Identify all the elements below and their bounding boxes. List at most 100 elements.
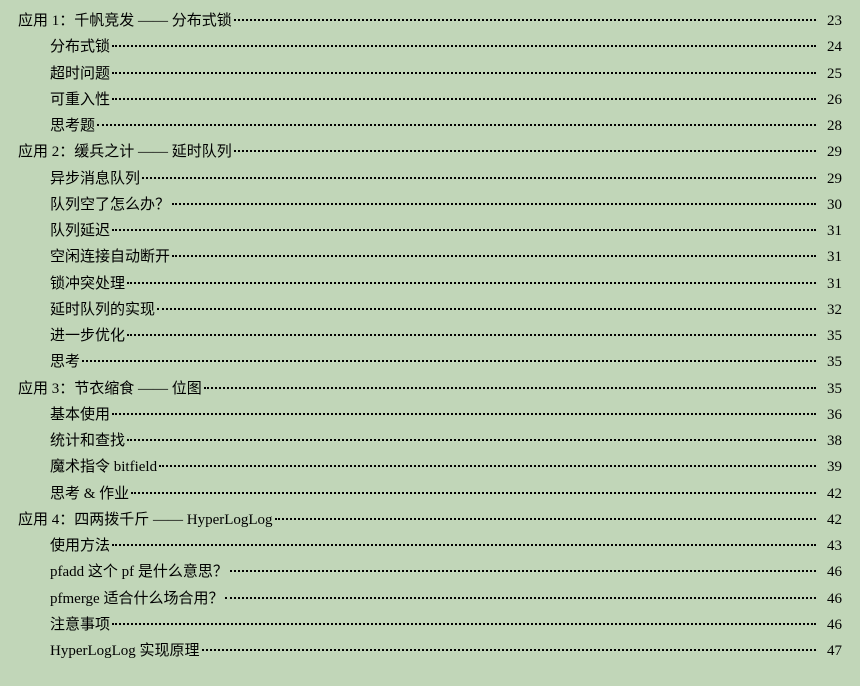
toc-page: 42 <box>818 481 842 507</box>
toc-section-entry[interactable]: 应用 4：四两拨千斤 —— HyperLogLog 42 <box>18 507 842 533</box>
toc-leader <box>204 387 816 389</box>
toc-title: 队列空了怎么办？ <box>50 192 170 218</box>
toc-title: 思考题 <box>50 113 95 139</box>
toc-page: 42 <box>818 507 842 533</box>
toc-title: 可重入性 <box>50 87 110 113</box>
toc-leader <box>127 439 816 441</box>
toc-page: 43 <box>818 533 842 559</box>
toc-sub-entry[interactable]: HyperLogLog 实现原理 47 <box>18 638 842 664</box>
toc-leader <box>275 518 816 520</box>
toc-leader <box>112 229 816 231</box>
toc-page: 32 <box>818 297 842 323</box>
toc-sub-entry[interactable]: 统计和查找 38 <box>18 428 842 454</box>
toc-page: 23 <box>818 8 842 34</box>
toc-sub-entry[interactable]: 思考题 28 <box>18 113 842 139</box>
toc-page: 39 <box>818 454 842 480</box>
toc-sub-entry[interactable]: 魔术指令 bitfield 39 <box>18 454 842 480</box>
toc-page: 31 <box>818 218 842 244</box>
toc-leader <box>142 177 816 179</box>
toc-leader <box>112 623 816 625</box>
toc-page: 29 <box>818 166 842 192</box>
toc-title: 异步消息队列 <box>50 166 140 192</box>
toc-leader <box>172 203 816 205</box>
toc-title: 空闲连接自动断开 <box>50 244 170 270</box>
toc-title: 应用 4：四两拨千斤 —— HyperLogLog <box>18 507 273 533</box>
toc-section-entry[interactable]: 应用 1：千帆竞发 —— 分布式锁 23 <box>18 8 842 34</box>
toc-title: 思考 & 作业 <box>50 481 129 507</box>
toc-title: 应用 2：缓兵之计 —— 延时队列 <box>18 139 232 165</box>
toc-sub-entry[interactable]: 队列延迟 31 <box>18 218 842 244</box>
toc-title: pfmerge 适合什么场合用？ <box>50 586 223 612</box>
toc-page: 26 <box>818 87 842 113</box>
toc-section-entry[interactable]: 应用 2：缓兵之计 —— 延时队列 29 <box>18 139 842 165</box>
toc-sub-entry[interactable]: 锁冲突处理 31 <box>18 271 842 297</box>
toc-page: 46 <box>818 559 842 585</box>
toc-title: 延时队列的实现 <box>50 297 155 323</box>
toc-sub-entry[interactable]: 异步消息队列 29 <box>18 166 842 192</box>
toc-title: 注意事项 <box>50 612 110 638</box>
toc-sub-entry[interactable]: pfadd 这个 pf 是什么意思？ 46 <box>18 559 842 585</box>
toc-title: 分布式锁 <box>50 34 110 60</box>
toc-page: 46 <box>818 612 842 638</box>
toc-sub-entry[interactable]: 基本使用 36 <box>18 402 842 428</box>
toc-page: 29 <box>818 139 842 165</box>
toc-leader <box>234 19 816 21</box>
toc-page: 35 <box>818 349 842 375</box>
toc-leader <box>127 334 816 336</box>
toc-page: 31 <box>818 271 842 297</box>
toc-leader <box>82 360 816 362</box>
toc-leader <box>230 570 816 572</box>
toc-title: HyperLogLog 实现原理 <box>50 638 200 664</box>
toc-leader <box>127 282 816 284</box>
toc-page: 38 <box>818 428 842 454</box>
toc-leader <box>112 98 816 100</box>
toc-page: 24 <box>818 34 842 60</box>
toc-title: 统计和查找 <box>50 428 125 454</box>
toc-sub-entry[interactable]: 注意事项 46 <box>18 612 842 638</box>
toc-title: 应用 3：节衣缩食 —— 位图 <box>18 376 202 402</box>
toc-title: 进一步优化 <box>50 323 125 349</box>
toc-page: 30 <box>818 192 842 218</box>
toc-leader <box>157 308 816 310</box>
toc-title: 思考 <box>50 349 80 375</box>
toc-sub-entry[interactable]: 超时问题 25 <box>18 61 842 87</box>
toc-sub-entry[interactable]: 进一步优化 35 <box>18 323 842 349</box>
toc-section-entry[interactable]: 应用 3：节衣缩食 —— 位图 35 <box>18 376 842 402</box>
toc-sub-entry[interactable]: 可重入性 26 <box>18 87 842 113</box>
toc-title: pfadd 这个 pf 是什么意思？ <box>50 559 228 585</box>
toc-sub-entry[interactable]: 分布式锁 24 <box>18 34 842 60</box>
toc-sub-entry[interactable]: 延时队列的实现 32 <box>18 297 842 323</box>
toc-title: 锁冲突处理 <box>50 271 125 297</box>
toc-leader <box>131 492 816 494</box>
toc-leader <box>172 255 816 257</box>
toc-title: 应用 1：千帆竞发 —— 分布式锁 <box>18 8 232 34</box>
toc-page: 25 <box>818 61 842 87</box>
toc-leader <box>202 649 816 651</box>
toc-sub-entry[interactable]: 思考 35 <box>18 349 842 375</box>
toc-leader <box>112 544 816 546</box>
toc-page: 36 <box>818 402 842 428</box>
toc-leader <box>225 597 816 599</box>
toc-sub-entry[interactable]: 使用方法 43 <box>18 533 842 559</box>
toc-page: 35 <box>818 376 842 402</box>
toc-page: 47 <box>818 638 842 664</box>
toc-leader <box>112 72 816 74</box>
toc-sub-entry[interactable]: 空闲连接自动断开 31 <box>18 244 842 270</box>
toc-title: 基本使用 <box>50 402 110 428</box>
toc-leader <box>159 465 816 467</box>
toc-page: 28 <box>818 113 842 139</box>
toc-leader <box>97 124 816 126</box>
toc-title: 队列延迟 <box>50 218 110 244</box>
toc-leader <box>112 45 816 47</box>
toc-title: 魔术指令 bitfield <box>50 454 157 480</box>
toc-sub-entry[interactable]: 思考 & 作业 42 <box>18 481 842 507</box>
toc-page: 31 <box>818 244 842 270</box>
toc-sub-entry[interactable]: 队列空了怎么办？ 30 <box>18 192 842 218</box>
toc-leader <box>234 150 816 152</box>
toc-title: 超时问题 <box>50 61 110 87</box>
toc-page: 46 <box>818 586 842 612</box>
toc-page: 35 <box>818 323 842 349</box>
toc-leader <box>112 413 816 415</box>
toc-title: 使用方法 <box>50 533 110 559</box>
toc-sub-entry[interactable]: pfmerge 适合什么场合用？ 46 <box>18 586 842 612</box>
